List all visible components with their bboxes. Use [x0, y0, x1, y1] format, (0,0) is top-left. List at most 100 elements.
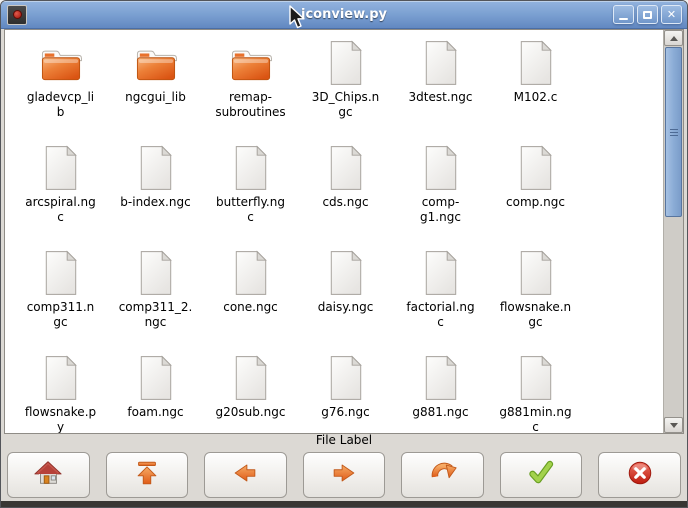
file-item[interactable]: b-index.ngc — [108, 143, 203, 248]
chevron-up-icon — [670, 36, 678, 41]
file-item[interactable]: g881.ngc — [393, 353, 488, 433]
file-icon — [232, 248, 270, 298]
file-item[interactable]: comp311_2.ngc — [108, 248, 203, 353]
file-item-label: cds.ngc — [322, 195, 368, 210]
toolbar — [1, 448, 687, 501]
file-item[interactable]: remap-subroutines — [203, 38, 298, 143]
home-button[interactable] — [7, 452, 90, 498]
file-icon — [42, 248, 80, 298]
file-item[interactable]: 3D_Chips.ngc — [298, 38, 393, 143]
file-item[interactable]: M102.c — [488, 38, 583, 143]
scroll-thumb[interactable] — [665, 47, 682, 217]
file-item-label: b-index.ngc — [120, 195, 190, 210]
file-item[interactable]: daisy.ngc — [298, 248, 393, 353]
chevron-down-icon — [670, 423, 678, 428]
file-item[interactable]: 3dtest.ngc — [393, 38, 488, 143]
file-icon — [327, 353, 365, 403]
file-item[interactable]: flowsnake.py — [13, 353, 108, 433]
file-item[interactable]: g881min.ngc — [488, 353, 583, 433]
file-item-label: daisy.ngc — [318, 300, 374, 315]
file-item[interactable]: gladevcp_lib — [13, 38, 108, 143]
file-item-label: cone.ngc — [223, 300, 278, 315]
file-item[interactable]: cds.ngc — [298, 143, 393, 248]
back-button[interactable] — [204, 452, 287, 498]
file-icon — [42, 353, 80, 403]
file-item[interactable]: comp.ngc — [488, 143, 583, 248]
red-cancel-icon — [625, 458, 655, 491]
file-icon — [517, 143, 555, 193]
file-item[interactable]: ngcgui_lib — [108, 38, 203, 143]
minimize-button[interactable] — [613, 5, 634, 24]
file-item-label: comp311_2.ngc — [119, 300, 193, 330]
file-icon — [422, 38, 460, 88]
file-icon — [517, 353, 555, 403]
file-item-label: arcspiral.ngc — [24, 195, 98, 225]
window-bottom-edge — [1, 501, 687, 507]
scroll-track[interactable] — [664, 46, 683, 417]
file-icon — [137, 248, 175, 298]
file-icon — [422, 143, 460, 193]
home-icon — [33, 458, 63, 491]
app-icon[interactable] — [7, 5, 27, 25]
file-item-label: flowsnake.ngc — [499, 300, 573, 330]
iconview-area: gladevcp_lib ngcgui_lib remap-subroutine… — [4, 29, 684, 434]
file-item-label: ngcgui_lib — [125, 90, 186, 105]
file-item[interactable]: cone.ngc — [203, 248, 298, 353]
app-icon-dot — [13, 10, 22, 19]
folder-icon — [228, 38, 274, 88]
file-item[interactable]: g20sub.ngc — [203, 353, 298, 433]
window-title: iconview.py — [1, 7, 687, 22]
file-item[interactable]: factorial.ngc — [393, 248, 488, 353]
file-item-label: g881min.ngc — [499, 405, 573, 433]
cancel-button[interactable] — [598, 452, 681, 498]
close-button[interactable]: ✕ — [661, 5, 682, 24]
ok-button[interactable] — [500, 452, 583, 498]
redo-arrow-icon — [428, 458, 458, 491]
file-item-label: gladevcp_lib — [24, 90, 98, 120]
file-icon — [422, 353, 460, 403]
file-item[interactable]: comp-g1.ngc — [393, 143, 488, 248]
file-item[interactable]: arcspiral.ngc — [13, 143, 108, 248]
file-item[interactable]: flowsnake.ngc — [488, 248, 583, 353]
file-item-label: butterfly.ngc — [214, 195, 288, 225]
file-item-label: M102.c — [514, 90, 558, 105]
maximize-button[interactable] — [637, 5, 658, 24]
file-item-label: 3D_Chips.ngc — [309, 90, 383, 120]
file-icon — [137, 353, 175, 403]
file-icon — [422, 248, 460, 298]
file-label: File Label — [1, 434, 687, 448]
file-icon — [327, 38, 365, 88]
forward-arrow-icon — [329, 458, 359, 491]
file-item-label: factorial.ngc — [404, 300, 478, 330]
file-icon — [517, 38, 555, 88]
vertical-scrollbar[interactable] — [663, 30, 683, 433]
folder-icon — [38, 38, 84, 88]
green-check-icon — [526, 458, 556, 491]
forward-button[interactable] — [303, 452, 386, 498]
scroll-down-button[interactable] — [664, 417, 683, 433]
minimize-icon — [619, 18, 628, 20]
file-item-label: comp.ngc — [506, 195, 565, 210]
back-arrow-icon — [230, 458, 260, 491]
window-controls: ✕ — [613, 5, 682, 24]
file-icon — [42, 143, 80, 193]
scroll-up-button[interactable] — [664, 30, 683, 46]
close-icon: ✕ — [667, 9, 676, 20]
file-item-label: g881.ngc — [412, 405, 468, 420]
file-item[interactable]: foam.ngc — [108, 353, 203, 433]
scroll-grip-icon — [670, 129, 678, 136]
file-item-label: foam.ngc — [127, 405, 183, 420]
file-item[interactable]: comp311.ngc — [13, 248, 108, 353]
file-icon — [327, 143, 365, 193]
file-item-label: remap-subroutines — [214, 90, 288, 120]
redo-button[interactable] — [401, 452, 484, 498]
file-item[interactable]: g76.ngc — [298, 353, 393, 433]
folder-icon — [133, 38, 179, 88]
titlebar[interactable]: iconview.py ✕ — [1, 1, 687, 29]
window-iconview: iconview.py ✕ gladevcp_lib ngcgui_lib — [0, 0, 688, 508]
file-item[interactable]: butterfly.ngc — [203, 143, 298, 248]
icon-grid: gladevcp_lib ngcgui_lib remap-subroutine… — [5, 30, 663, 433]
go-top-button[interactable] — [106, 452, 189, 498]
file-icon — [232, 353, 270, 403]
file-icon — [137, 143, 175, 193]
